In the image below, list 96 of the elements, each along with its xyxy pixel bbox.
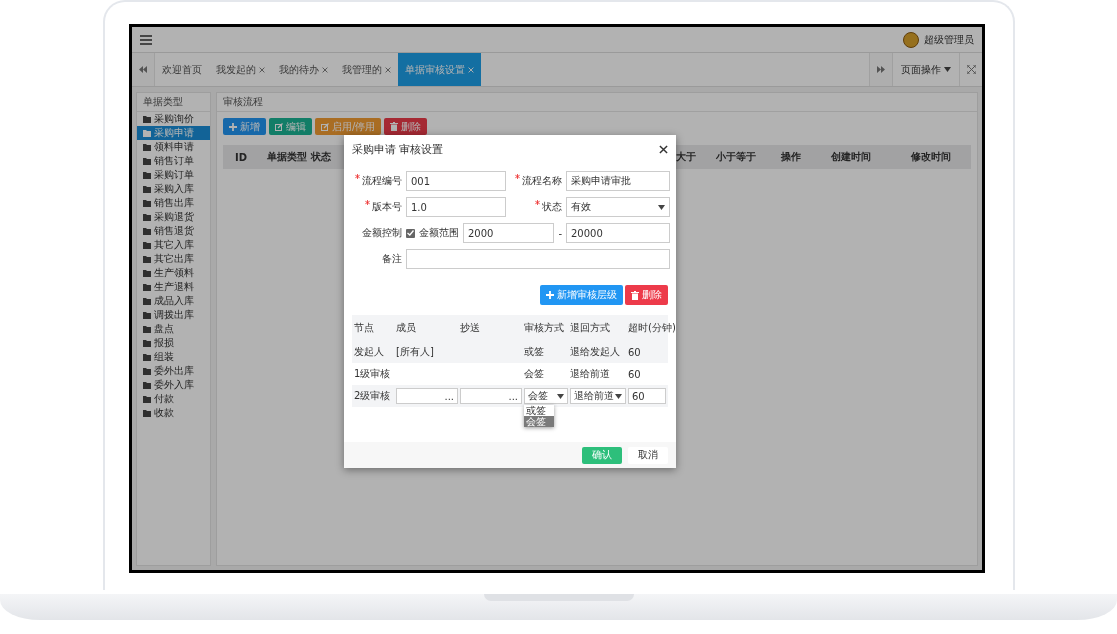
input-field[interactable]: 60	[628, 388, 666, 404]
table-cell-text: 发起人	[354, 345, 385, 359]
column-header: 超时(分钟)	[628, 321, 676, 335]
caret-icon	[944, 67, 951, 72]
field-label: 金额控制	[361, 226, 402, 240]
plus-icon	[546, 291, 554, 299]
sidebar-item[interactable]: 生产退料	[137, 280, 210, 294]
close-icon[interactable]	[659, 144, 668, 154]
range-separator: -	[558, 227, 562, 239]
sidebar-item[interactable]: 采购订单	[137, 168, 210, 182]
sidebar-item[interactable]: 销售订单	[137, 154, 210, 168]
dialog-title: 采购申请 审核设置	[352, 141, 444, 157]
column-header: 小于等于	[716, 150, 757, 164]
page-menu[interactable]: 页面操作	[892, 53, 959, 86]
column-header: 操作	[781, 150, 802, 164]
tab[interactable]: 我管理的	[335, 53, 398, 86]
input-field[interactable]: 采购申请审批	[566, 171, 670, 191]
trash-icon	[631, 290, 639, 300]
column-header: 审核方式	[524, 321, 565, 335]
field-label: 备注	[381, 252, 402, 266]
caret-icon	[557, 393, 564, 399]
input-field[interactable]: 20000	[566, 223, 670, 243]
table-cell-text: 1级审核	[354, 367, 392, 381]
sidebar-item[interactable]: 成品入库	[137, 294, 210, 308]
sidebar-item[interactable]: 其它出库	[137, 252, 210, 266]
sidebar-item[interactable]: 组装	[137, 350, 210, 364]
sidebar-item[interactable]: 其它入库	[137, 238, 210, 252]
fullscreen-icon[interactable]	[966, 65, 976, 74]
tab[interactable]: 我发起的	[209, 53, 272, 86]
checkbox[interactable]	[406, 228, 415, 238]
double-right-icon[interactable]	[877, 66, 885, 73]
edit-icon	[275, 122, 283, 131]
input-field[interactable]: 1.0	[406, 197, 506, 217]
column-header: 成员	[396, 321, 417, 335]
table-cell-text: 退给发起人	[570, 345, 621, 359]
table-cell-text: 60	[628, 346, 642, 358]
user-name[interactable]: 超级管理员	[924, 32, 974, 47]
column-header: 创建时间	[831, 150, 872, 164]
panel-title: 审核流程	[217, 93, 977, 112]
edit-icon	[321, 122, 329, 131]
menu-icon[interactable]	[140, 34, 152, 45]
dropdown-option[interactable]: 或签	[524, 405, 554, 416]
table-cell-text: 60	[628, 368, 642, 380]
column-header: ID	[235, 151, 249, 163]
action-button[interactable]: 删除	[625, 285, 668, 305]
select-field[interactable]: 有效	[566, 197, 670, 217]
sidebar-item[interactable]: 销售出库	[137, 196, 210, 210]
field-label: 金额范围	[419, 226, 459, 240]
caret-icon	[615, 393, 622, 399]
table-cell-text: 会签	[524, 367, 545, 381]
cc-picker[interactable]: ...	[460, 388, 522, 404]
member-picker[interactable]: ...	[396, 388, 458, 404]
sidebar-item[interactable]: 收款	[137, 406, 210, 420]
caret-icon	[658, 204, 665, 210]
field-label: 流程编号	[362, 175, 402, 186]
column-header: 修改时间	[911, 150, 952, 164]
column-header: 单据类型	[267, 150, 308, 164]
column-header: 退回方式	[570, 321, 611, 335]
tab[interactable]: 我的待办	[272, 53, 335, 86]
field-label: 版本号	[372, 201, 402, 212]
avatar[interactable]	[903, 31, 919, 48]
sidebar-item[interactable]: 委外出库	[137, 364, 210, 378]
column-header: 抄送	[460, 321, 481, 335]
table-cell-text: [所有人]	[396, 345, 435, 359]
field-label: 流程名称	[522, 175, 562, 186]
cancel-button[interactable]: 取消	[628, 446, 668, 464]
sidebar-item[interactable]: 生产领料	[137, 266, 210, 280]
sidebar-item[interactable]: 采购退货	[137, 210, 210, 224]
sidebar-title: 单据类型	[137, 93, 210, 112]
input-field[interactable]: 2000	[463, 223, 555, 243]
sidebar-item[interactable]: 领料申请	[137, 140, 210, 154]
toolbar-button[interactable]: 删除	[384, 118, 428, 135]
sidebar-item[interactable]: 报损	[137, 336, 210, 350]
sidebar-item[interactable]: 采购询价	[137, 112, 210, 126]
column-header: 节点	[354, 321, 375, 335]
plus-icon	[229, 122, 237, 131]
field-label: 状态	[542, 201, 562, 212]
sidebar-item[interactable]: 采购入库	[137, 182, 210, 196]
dropdown-option[interactable]: 会签	[524, 416, 554, 427]
sidebar-item[interactable]: 盘点	[137, 322, 210, 336]
double-left-icon[interactable]	[139, 66, 147, 73]
input-field[interactable]: 001	[406, 171, 506, 191]
column-header: 大于	[676, 150, 697, 164]
table-cell-text: 退给前道	[570, 367, 611, 381]
table-cell-text: 2级审核	[354, 389, 392, 403]
select-field[interactable]: 会签	[524, 388, 568, 404]
sidebar-item[interactable]: 付款	[137, 392, 210, 406]
sidebar-item[interactable]: 委外入库	[137, 378, 210, 392]
sidebar-item[interactable]: 调拨出库	[137, 308, 210, 322]
tab[interactable]: 欢迎首页	[155, 53, 209, 86]
column-header: 状态	[311, 150, 331, 164]
select-field[interactable]: 退给前道	[570, 388, 626, 404]
input-field[interactable]	[406, 249, 670, 269]
trash-icon	[390, 122, 399, 131]
sidebar-item[interactable]: 销售退货	[137, 224, 210, 238]
table-cell-text: 或签	[524, 345, 545, 359]
